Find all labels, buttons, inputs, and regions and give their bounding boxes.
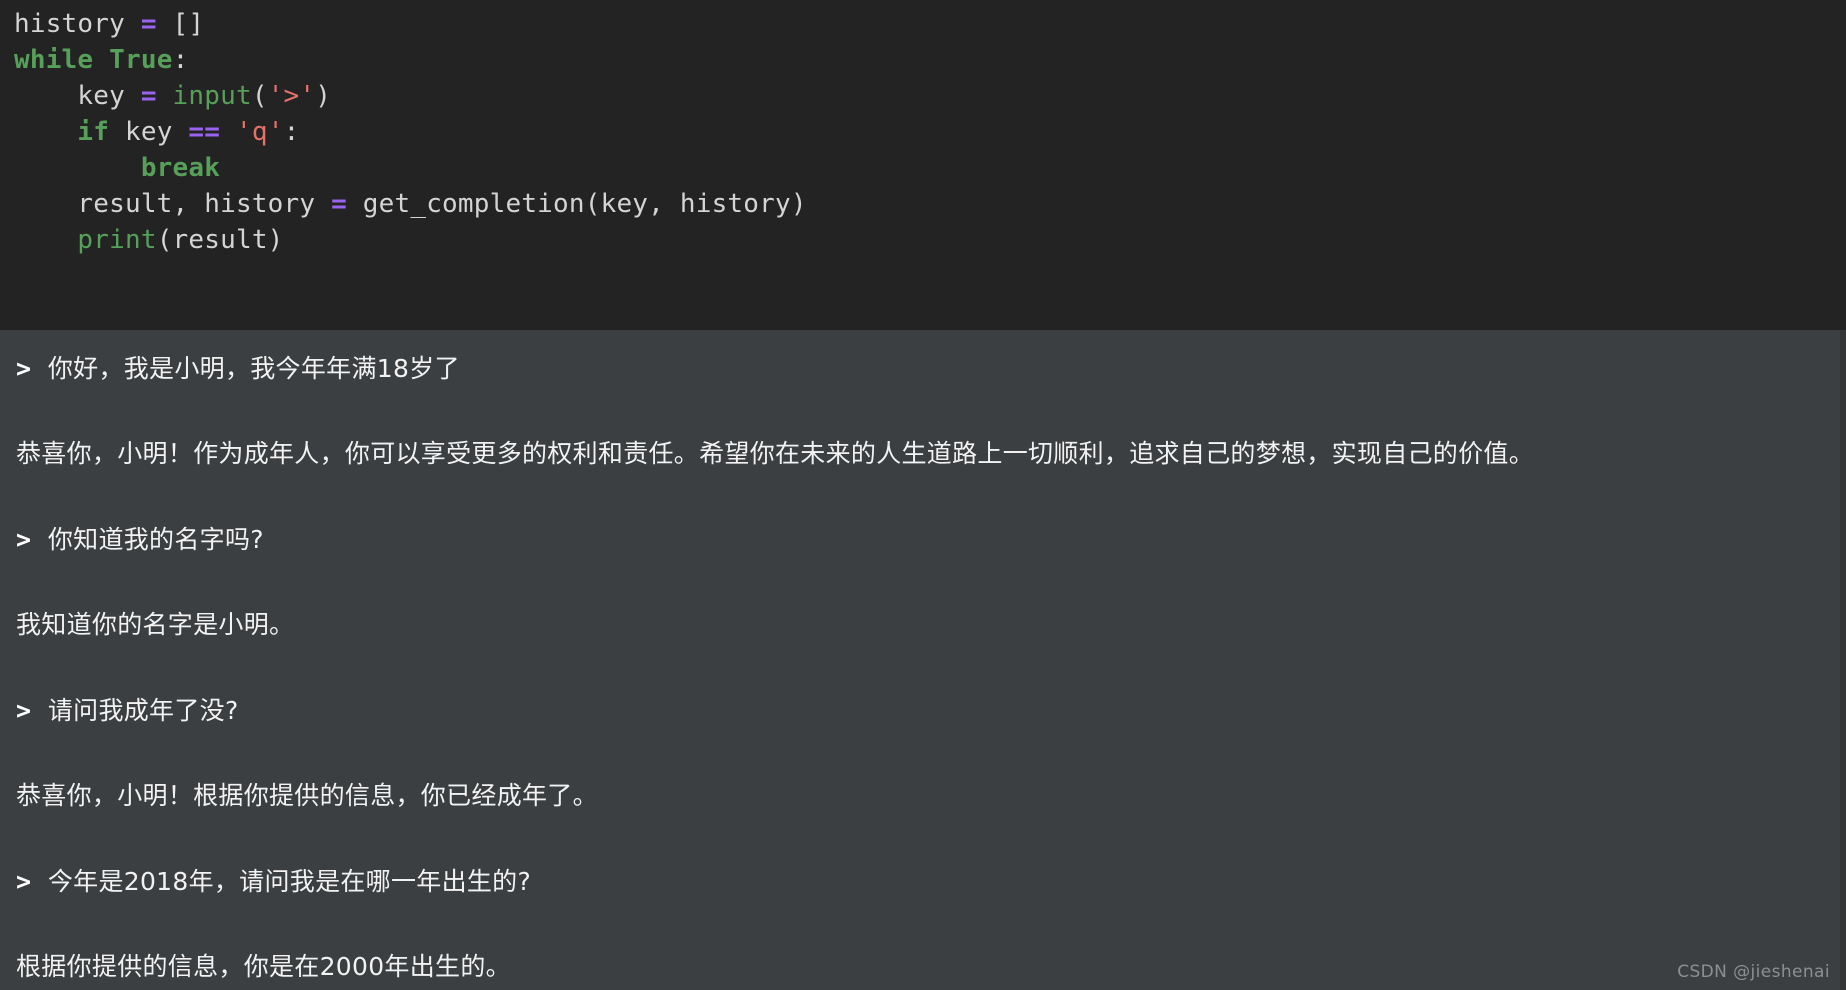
code-line: result, history = get_completion(key, hi… [14, 186, 1846, 222]
console-entry-text: 今年是2018年，请问我是在哪一年出生的? [47, 867, 532, 896]
code-token-plain: key [109, 117, 189, 147]
console-entry-assistant: 根据你提供的信息，你是在2000年出生的。 [16, 952, 1846, 982]
code-token-function: print [77, 225, 157, 255]
code-token-keyword: if [77, 117, 110, 147]
code-token-plain: result, history [14, 189, 332, 219]
code-token-plain: get_completion(key, history) [346, 189, 807, 219]
code-token-operator: = [331, 189, 347, 219]
code-token-operator: = [140, 81, 157, 111]
console-entry-text: 恭喜你，小明！作为成年人，你可以享受更多的权利和责任。希望你在未来的人生道路上一… [16, 439, 1535, 468]
code-token-function: input [172, 81, 252, 111]
code-line: print(result) [14, 222, 1846, 258]
code-token-keyword: True [109, 45, 173, 75]
console-entry-user: > 你知道我的名字吗? [16, 525, 1846, 555]
code-line-list: history = [] while True: key = input('>')… [14, 6, 1846, 258]
screen-root: history = [] while True: key = input('>')… [0, 0, 1846, 990]
console-entry-user: > 你好，我是小明，我今年年满18岁了 [16, 354, 1846, 384]
console-entry-user: > 请问我成年了没? [16, 696, 1846, 726]
prompt-symbol: > [16, 867, 32, 896]
prompt-symbol: > [16, 354, 32, 383]
console-entry-user: > 今年是2018年，请问我是在哪一年出生的? [16, 867, 1846, 897]
code-token-string: '>' [267, 81, 316, 111]
code-token-keyword: while [14, 45, 94, 75]
console-entry-text: 你好，我是小明，我今年年满18岁了 [47, 354, 460, 383]
console-entry-assistant: 恭喜你，小明！根据你提供的信息，你已经成年了。 [16, 781, 1846, 811]
code-token-plain: [] [156, 9, 205, 39]
code-token-plain: : [283, 117, 300, 147]
code-line: key = input('>') [14, 78, 1846, 114]
code-token-plain: key [14, 81, 141, 111]
code-token-plain: ) [315, 81, 332, 111]
code-line: if key == 'q': [14, 114, 1846, 150]
console-line-list: > 你好，我是小明，我今年年满18岁了 恭喜你，小明！作为成年人，你可以享受更多的… [16, 354, 1846, 982]
code-token-plain: ( [251, 81, 268, 111]
console-entry-assistant: 我知道你的名字是小明。 [16, 610, 1846, 640]
console-entry-text: 恭喜你，小明！根据你提供的信息，你已经成年了。 [16, 781, 598, 810]
code-token-operator: == [188, 117, 221, 147]
prompt-symbol: > [16, 525, 32, 554]
watermark: CSDN @jieshenai [1677, 962, 1830, 982]
code-editor-pane[interactable]: history = [] while True: key = input('>')… [0, 0, 1846, 330]
code-line: history = [] [14, 6, 1846, 42]
console-entry-text: 根据你提供的信息，你是在2000年出生的。 [16, 952, 511, 981]
console-entry-text: 你知道我的名字吗? [47, 525, 264, 554]
code-token-plain: (result) [156, 225, 284, 255]
console-entry-assistant: 恭喜你，小明！作为成年人，你可以享受更多的权利和责任。希望你在未来的人生道路上一… [16, 439, 1846, 469]
code-line: break [14, 150, 1846, 186]
code-token-plain: : [172, 45, 189, 75]
console-output-pane[interactable]: > 你好，我是小明，我今年年满18岁了 恭喜你，小明！作为成年人，你可以享受更多的… [0, 330, 1846, 990]
code-token-string: 'q' [236, 117, 284, 147]
console-right-edge [1840, 330, 1846, 990]
code-token-plain: history [14, 9, 141, 39]
prompt-symbol: > [16, 696, 32, 725]
console-entry-text: 请问我成年了没? [47, 696, 239, 725]
code-token-keyword: break [140, 153, 221, 183]
code-line: while True: [14, 42, 1846, 78]
console-entry-text: 我知道你的名字是小明。 [16, 610, 295, 639]
code-token-operator: = [140, 9, 157, 39]
